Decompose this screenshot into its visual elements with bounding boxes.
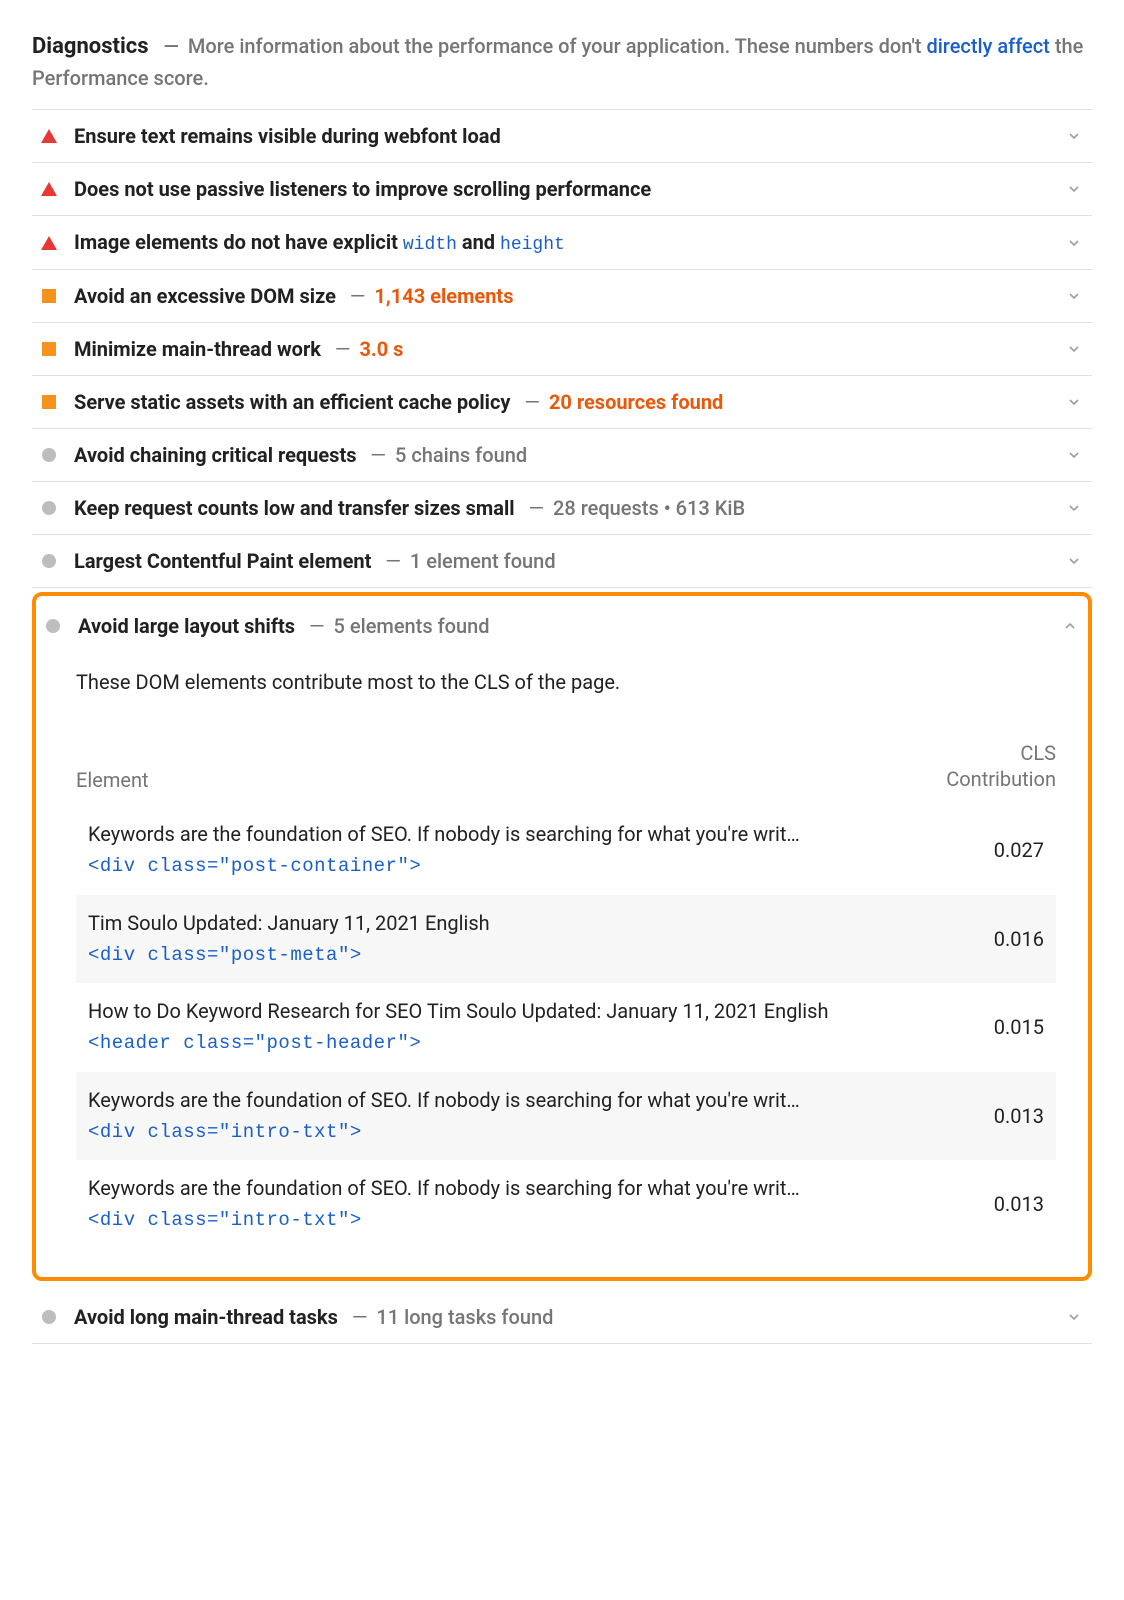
- info-icon: [38, 448, 60, 462]
- audit-title: Avoid an excessive DOM size: [74, 284, 336, 308]
- audit-detail: 20 resources found: [549, 390, 723, 414]
- audit-detail: 5 chains found: [395, 443, 527, 467]
- element-text: Keywords are the foundation of SEO. If n…: [88, 1086, 934, 1115]
- column-cls-contribution: CLS Contribution: [926, 740, 1056, 792]
- table-row: Keywords are the foundation of SEO. If n…: [76, 806, 1056, 895]
- audit-title: Minimize main-thread work: [74, 337, 321, 361]
- audit-title: Image elements do not have explicit widt…: [74, 230, 565, 255]
- warning-triangle-icon: [38, 129, 60, 143]
- element-selector: <header class="post-header">: [88, 1030, 934, 1058]
- audit-title: Does not use passive listeners to improv…: [74, 177, 651, 201]
- element-cell: How to Do Keyword Research for SEO Tim S…: [88, 997, 954, 1058]
- audit-detail: 5 elements found: [334, 614, 490, 638]
- audit-detail: 1 element found: [410, 549, 556, 573]
- cls-value: 0.027: [954, 838, 1044, 862]
- chevron-down-icon[interactable]: [1062, 394, 1086, 410]
- cls-value: 0.013: [954, 1192, 1044, 1216]
- audit-title: Ensure text remains visible during webfo…: [74, 124, 501, 148]
- element-cell: Keywords are the foundation of SEO. If n…: [88, 1174, 954, 1235]
- chevron-down-icon[interactable]: [1062, 553, 1086, 569]
- element-cell: Tim Soulo Updated: January 11, 2021 Engl…: [88, 909, 954, 970]
- cls-value: 0.015: [954, 1015, 1044, 1039]
- audit-row[interactable]: Keep request counts low and transfer siz…: [32, 482, 1092, 535]
- warning-square-icon: [38, 289, 60, 303]
- audit-row-avoid-large-layout-shifts[interactable]: Avoid large layout shifts — 5 elements f…: [36, 596, 1088, 652]
- column-element: Element: [76, 768, 926, 792]
- info-icon: [42, 619, 64, 633]
- audit-row[interactable]: Avoid chaining critical requests — 5 cha…: [32, 429, 1092, 482]
- cls-value: 0.016: [954, 927, 1044, 951]
- info-icon: [38, 554, 60, 568]
- highlighted-audit: Avoid large layout shifts — 5 elements f…: [32, 592, 1092, 1281]
- audit-row[interactable]: Largest Contentful Paint element — 1 ele…: [32, 535, 1092, 588]
- chevron-down-icon[interactable]: [1062, 500, 1086, 516]
- chevron-down-icon[interactable]: [1062, 341, 1086, 357]
- audit-expanded-body: These DOM elements contribute most to th…: [36, 652, 1088, 1277]
- info-icon: [38, 501, 60, 515]
- cls-value: 0.013: [954, 1104, 1044, 1128]
- element-cell: Keywords are the foundation of SEO. If n…: [88, 1086, 954, 1147]
- table-row: How to Do Keyword Research for SEO Tim S…: [76, 983, 1056, 1072]
- cls-table: Element CLS Contribution Keywords are th…: [76, 734, 1056, 1249]
- cls-table-header: Element CLS Contribution: [76, 734, 1056, 806]
- directly-affect-link[interactable]: directly affect: [926, 34, 1049, 58]
- audit-row[interactable]: Ensure text remains visible during webfo…: [32, 110, 1092, 163]
- audit-list: Ensure text remains visible during webfo…: [32, 109, 1092, 588]
- audit-title: Largest Contentful Paint element: [74, 549, 371, 573]
- element-selector: <div class="intro-txt">: [88, 1119, 934, 1147]
- audit-detail: 11 long tasks found: [376, 1305, 553, 1329]
- element-text: Keywords are the foundation of SEO. If n…: [88, 820, 934, 849]
- info-icon: [38, 1310, 60, 1324]
- chevron-down-icon[interactable]: [1062, 235, 1086, 251]
- element-text: How to Do Keyword Research for SEO Tim S…: [88, 997, 934, 1026]
- diagnostics-description: — More information about the performance…: [32, 34, 1083, 90]
- element-selector: <div class="post-container">: [88, 853, 934, 881]
- diagnostics-header: Diagnostics — More information about the…: [32, 24, 1092, 109]
- chevron-down-icon[interactable]: [1062, 128, 1086, 144]
- audit-row[interactable]: Avoid an excessive DOM size — 1,143 elem…: [32, 270, 1092, 323]
- table-row: Keywords are the foundation of SEO. If n…: [76, 1160, 1056, 1249]
- audit-row[interactable]: Minimize main-thread work — 3.0 s: [32, 323, 1092, 376]
- element-cell: Keywords are the foundation of SEO. If n…: [88, 820, 954, 881]
- audit-detail: 1,143 elements: [374, 284, 513, 308]
- audit-title: Avoid long main-thread tasks: [74, 1305, 338, 1329]
- element-selector: <div class="intro-txt">: [88, 1207, 934, 1235]
- audit-title: Avoid chaining critical requests: [74, 443, 357, 467]
- audit-description: These DOM elements contribute most to th…: [76, 670, 1056, 694]
- audit-row-avoid-long-main-thread-tasks[interactable]: Avoid long main-thread tasks — 11 long t…: [32, 1291, 1092, 1344]
- table-row: Tim Soulo Updated: January 11, 2021 Engl…: [76, 895, 1056, 984]
- audit-row[interactable]: Does not use passive listeners to improv…: [32, 163, 1092, 216]
- element-text: Keywords are the foundation of SEO. If n…: [88, 1174, 934, 1203]
- chevron-down-icon[interactable]: [1062, 181, 1086, 197]
- chevron-down-icon[interactable]: [1062, 447, 1086, 463]
- audit-row[interactable]: Image elements do not have explicit widt…: [32, 216, 1092, 270]
- warning-square-icon: [38, 395, 60, 409]
- audit-title: Serve static assets with an efficient ca…: [74, 390, 510, 414]
- chevron-down-icon[interactable]: [1062, 1309, 1086, 1325]
- element-selector: <div class="post-meta">: [88, 942, 934, 970]
- audit-title: Keep request counts low and transfer siz…: [74, 496, 515, 520]
- warning-triangle-icon: [38, 182, 60, 196]
- diagnostics-title: Diagnostics: [32, 34, 155, 59]
- warning-triangle-icon: [38, 236, 60, 250]
- element-text: Tim Soulo Updated: January 11, 2021 Engl…: [88, 909, 934, 938]
- table-row: Keywords are the foundation of SEO. If n…: [76, 1072, 1056, 1161]
- audit-title: Avoid large layout shifts: [78, 614, 295, 638]
- warning-square-icon: [38, 342, 60, 356]
- audit-detail: 3.0 s: [359, 337, 403, 361]
- chevron-up-icon[interactable]: [1058, 618, 1082, 634]
- audit-detail: 28 requests • 613 KiB: [553, 496, 745, 520]
- audit-row[interactable]: Serve static assets with an efficient ca…: [32, 376, 1092, 429]
- chevron-down-icon[interactable]: [1062, 288, 1086, 304]
